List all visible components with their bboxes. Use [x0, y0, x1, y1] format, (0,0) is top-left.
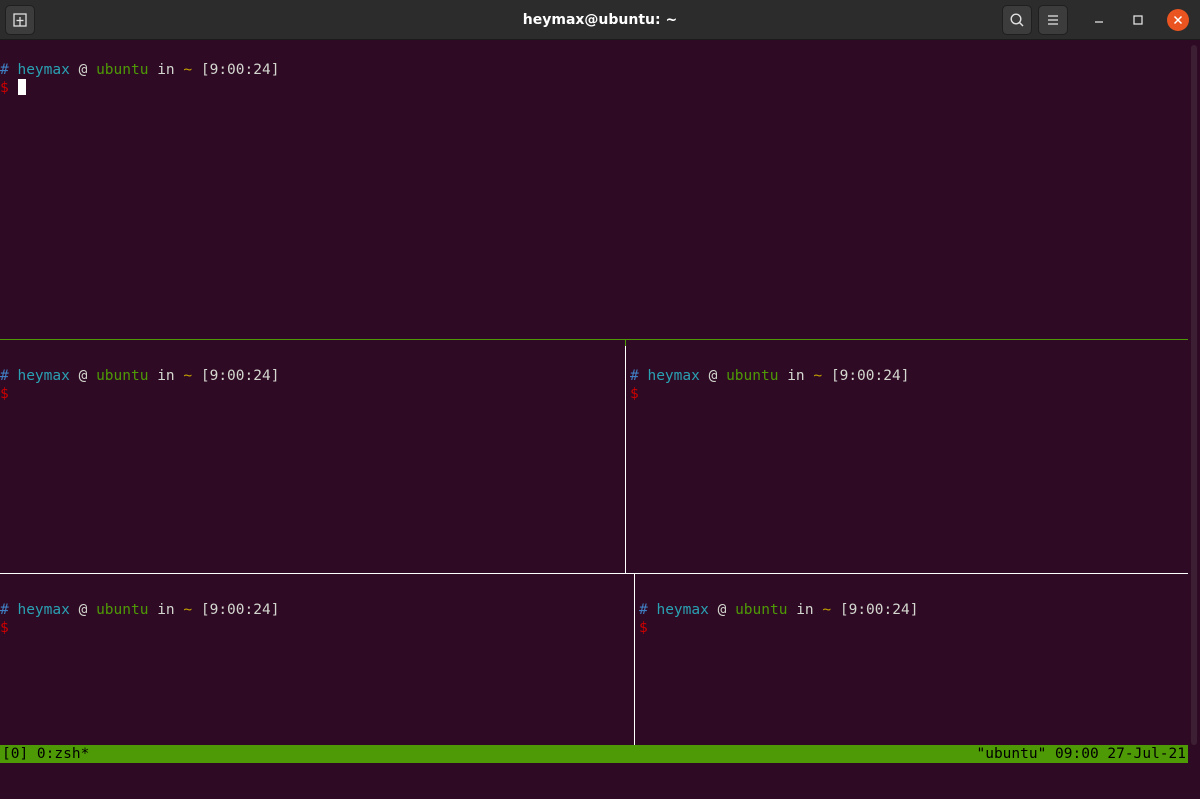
input-line[interactable]: $	[639, 619, 648, 637]
prompt-hash: #	[630, 368, 639, 384]
prompt-time: [9:00:24]	[839, 602, 919, 618]
prompt-host: ubuntu	[735, 602, 788, 618]
prompt-dir: ~	[822, 602, 832, 618]
text-cursor	[17, 79, 26, 95]
pane-bottom-left[interactable]: # heymax @ ubuntu in ~ [9:00:24] $	[0, 574, 634, 745]
prompt-hash: #	[639, 602, 648, 618]
close-icon	[1173, 15, 1183, 25]
input-line[interactable]: $	[0, 385, 9, 403]
prompt-at: @	[78, 62, 88, 78]
prompt-dollar: $	[0, 620, 9, 636]
prompt-host: ubuntu	[726, 368, 779, 384]
prompt-user: heymax	[17, 368, 70, 384]
terminal-area[interactable]: # heymax @ ubuntu in ~ [9:00:24] $ # hey…	[0, 41, 1188, 765]
pane-bottom-right[interactable]: # heymax @ ubuntu in ~ [9:00:24] $	[639, 574, 1188, 745]
prompt-time: [9:00:24]	[830, 368, 910, 384]
new-tab-icon	[13, 13, 27, 27]
prompt-at: @	[717, 602, 727, 618]
prompt-dir: ~	[183, 368, 193, 384]
prompt-in: in	[157, 602, 175, 618]
input-line[interactable]: $	[630, 385, 639, 403]
prompt-dir: ~	[813, 368, 823, 384]
prompt-line: # heymax @ ubuntu in ~ [9:00:24]	[0, 601, 279, 619]
pane-border-middle-vertical[interactable]	[625, 346, 626, 573]
menu-button[interactable]	[1038, 5, 1068, 35]
prompt-dollar: $	[630, 386, 639, 402]
new-tab-button[interactable]	[5, 5, 35, 35]
prompt-user: heymax	[17, 62, 70, 78]
hamburger-menu-icon	[1048, 15, 1058, 25]
scrollbar-thumb[interactable]	[1191, 45, 1197, 745]
prompt-line: # heymax @ ubuntu in ~ [9:00:24]	[0, 367, 279, 385]
prompt-dollar: $	[0, 80, 9, 96]
minimize-icon	[1095, 21, 1103, 23]
prompt-dir: ~	[183, 62, 193, 78]
prompt-user: heymax	[656, 602, 709, 618]
prompt-dir: ~	[183, 602, 193, 618]
close-button[interactable]	[1166, 8, 1190, 32]
maximize-button[interactable]	[1126, 8, 1150, 32]
input-line[interactable]: $	[0, 619, 9, 637]
prompt-time: [9:00:24]	[200, 62, 280, 78]
status-host-clock: "ubuntu" 09:00 27-Jul-21	[976, 746, 1186, 762]
prompt-hash: #	[0, 602, 9, 618]
status-window-list[interactable]: [0] 0:zsh*	[2, 745, 89, 763]
prompt-at: @	[708, 368, 718, 384]
prompt-line: # heymax @ ubuntu in ~ [9:00:24]	[639, 601, 918, 619]
pane-middle-left[interactable]: # heymax @ ubuntu in ~ [9:00:24] $	[0, 340, 625, 573]
prompt-time: [9:00:24]	[200, 368, 280, 384]
prompt-user: heymax	[17, 602, 70, 618]
minimize-button[interactable]	[1087, 8, 1111, 32]
pane-top[interactable]: # heymax @ ubuntu in ~ [9:00:24] $	[0, 41, 1188, 339]
pane-middle-right[interactable]: # heymax @ ubuntu in ~ [9:00:24] $	[630, 340, 1188, 573]
prompt-line: # heymax @ ubuntu in ~ [9:00:24]	[0, 61, 279, 79]
search-button[interactable]	[1002, 5, 1032, 35]
prompt-in: in	[157, 62, 175, 78]
title-bar: heymax@ubuntu: ~	[0, 0, 1200, 40]
prompt-hash: #	[0, 368, 9, 384]
tmux-status-bar: [0] 0:zsh* "ubuntu" 09:00 27-Jul-21	[0, 745, 1188, 763]
prompt-host: ubuntu	[96, 368, 149, 384]
prompt-host: ubuntu	[96, 62, 149, 78]
terminal-scrollbar[interactable]	[1188, 41, 1200, 765]
prompt-hash: #	[0, 62, 9, 78]
prompt-dollar: $	[0, 386, 9, 402]
prompt-line: # heymax @ ubuntu in ~ [9:00:24]	[630, 367, 909, 385]
prompt-at: @	[78, 602, 88, 618]
prompt-in: in	[796, 602, 814, 618]
prompt-user: heymax	[647, 368, 700, 384]
prompt-at: @	[78, 368, 88, 384]
prompt-host: ubuntu	[96, 602, 149, 618]
prompt-in: in	[157, 368, 175, 384]
prompt-dollar: $	[639, 620, 648, 636]
input-line[interactable]: $	[0, 79, 26, 97]
pane-border-bottom-vertical[interactable]	[634, 574, 635, 745]
search-icon	[1010, 13, 1024, 27]
maximize-icon	[1133, 15, 1143, 25]
prompt-in: in	[787, 368, 805, 384]
prompt-time: [9:00:24]	[200, 602, 280, 618]
